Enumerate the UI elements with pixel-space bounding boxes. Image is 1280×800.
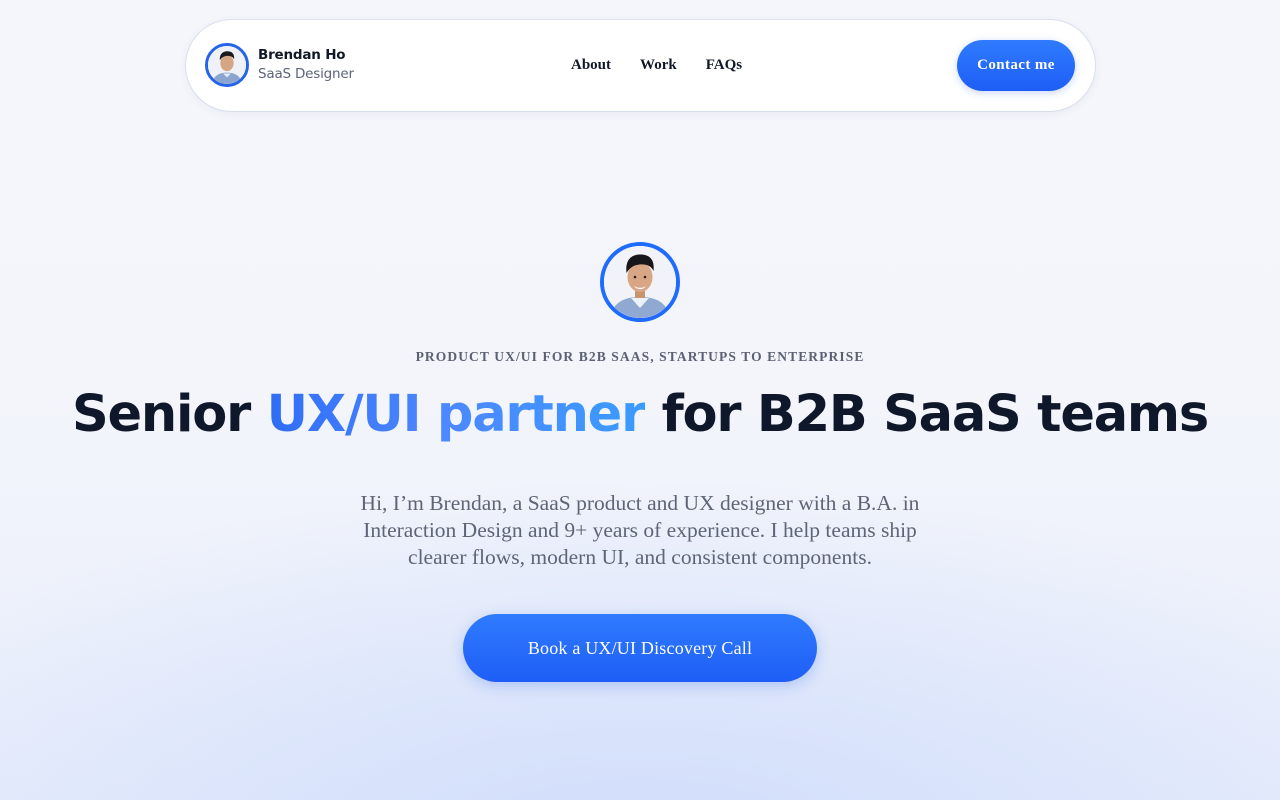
contact-button[interactable]: Contact me [957,40,1075,91]
brand[interactable]: Brendan Ho SaaS Designer [205,43,354,87]
nav-link-faqs[interactable]: FAQs [706,57,742,74]
brand-name: Brendan Ho [258,47,346,63]
top-navbar: Brendan Ho SaaS Designer About Work FAQs… [186,20,1095,111]
nav-link-about[interactable]: About [571,57,611,74]
hero-intro: Hi, I’m Brendan, a SaaS product and UX d… [360,491,920,569]
nav-link-work[interactable]: Work [640,57,677,74]
brand-role: SaaS Designer [258,66,354,82]
book-discovery-call-button[interactable]: Book a UX/UI Discovery Call [463,614,817,682]
hero-headline: Senior UX/UI partner for B2B SaaS teams [0,385,1280,445]
headline-suffix: for B2B SaaS teams [645,385,1210,444]
headline-prefix: Senior [71,385,267,444]
nav-links: About Work FAQs [571,57,771,74]
hero-avatar [600,242,680,322]
portrait-icon [208,46,246,84]
avatar [205,43,249,87]
headline-accent: UX/UI partner [266,385,647,444]
portrait-icon [604,246,676,318]
hero-eyebrow: PRODUCT UX/UI FOR B2B SAAS, STARTUPS TO … [415,349,865,364]
